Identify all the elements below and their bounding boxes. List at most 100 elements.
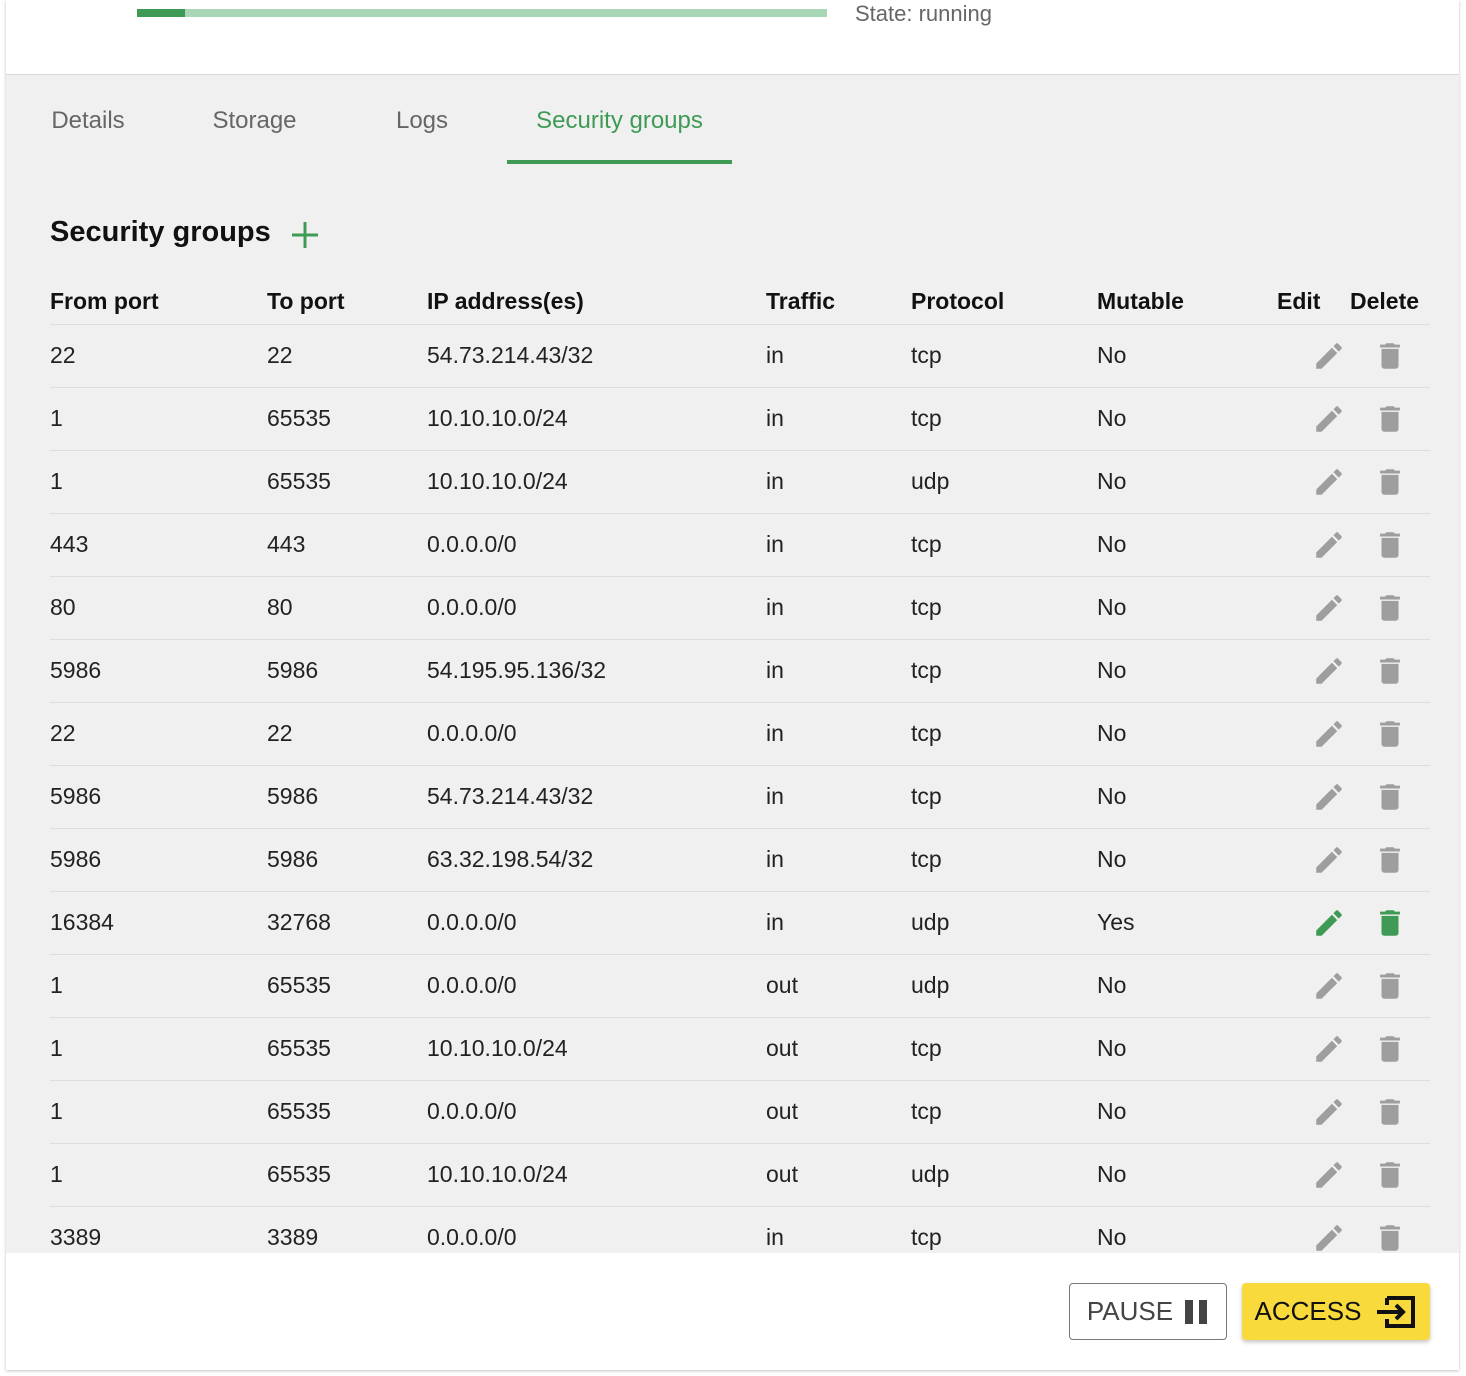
trash-icon[interactable] — [1373, 338, 1407, 374]
delete-cell — [1350, 891, 1430, 955]
pause-button[interactable]: PAUSE — [1069, 1283, 1227, 1340]
table-row: 1 65535 0.0.0.0/0 out tcp No — [50, 1080, 1430, 1144]
delete-cell — [1350, 702, 1430, 766]
cell-to-port: 32768 — [267, 891, 427, 955]
delete-cell — [1350, 513, 1430, 577]
cell-traffic: in — [766, 387, 911, 451]
table-row: 5986 5986 63.32.198.54/32 in tcp No — [50, 828, 1430, 892]
edit-cell — [1277, 1017, 1350, 1081]
cell-mutable: No — [1097, 1080, 1277, 1144]
cell-traffic: in — [766, 450, 911, 514]
header-edit: Edit — [1277, 280, 1350, 325]
trash-icon[interactable] — [1373, 464, 1407, 500]
tab-logs[interactable]: Logs — [382, 90, 462, 164]
pencil-icon[interactable] — [1312, 654, 1346, 688]
cell-traffic: in — [766, 513, 911, 577]
cell-ip-address: 54.73.214.43/32 — [427, 324, 766, 388]
cell-ip-address: 0.0.0.0/0 — [427, 1080, 766, 1144]
edit-cell — [1277, 513, 1350, 577]
pause-icon — [1185, 1299, 1208, 1324]
pencil-icon[interactable] — [1312, 717, 1346, 751]
cell-protocol: udp — [911, 954, 1097, 1018]
trash-icon[interactable] — [1373, 1094, 1407, 1130]
tab-details[interactable]: Details — [37, 90, 139, 164]
tab-storage[interactable]: Storage — [202, 90, 307, 164]
cell-from-port: 5986 — [50, 765, 267, 829]
pencil-icon[interactable] — [1312, 339, 1346, 373]
cell-to-port: 5986 — [267, 765, 427, 829]
cell-ip-address: 0.0.0.0/0 — [427, 576, 766, 640]
pencil-icon[interactable] — [1312, 843, 1346, 877]
cell-traffic: out — [766, 1080, 911, 1144]
cell-protocol: tcp — [911, 387, 1097, 451]
cell-mutable: No — [1097, 954, 1277, 1018]
trash-icon[interactable] — [1373, 590, 1407, 626]
cell-protocol: tcp — [911, 324, 1097, 388]
cell-from-port: 22 — [50, 324, 267, 388]
cell-ip-address: 0.0.0.0/0 — [427, 513, 766, 577]
trash-icon[interactable] — [1373, 401, 1407, 437]
cell-to-port: 65535 — [267, 1017, 427, 1081]
pencil-icon[interactable] — [1312, 1095, 1346, 1129]
trash-icon[interactable] — [1373, 527, 1407, 563]
trash-icon[interactable] — [1373, 842, 1407, 878]
edit-cell — [1277, 450, 1350, 514]
cell-traffic: in — [766, 891, 911, 955]
delete-cell — [1350, 1080, 1430, 1144]
pencil-icon[interactable] — [1312, 402, 1346, 436]
trash-icon[interactable] — [1373, 1220, 1407, 1256]
cell-protocol: tcp — [911, 1080, 1097, 1144]
pencil-icon[interactable] — [1312, 780, 1346, 814]
pencil-icon[interactable] — [1312, 1032, 1346, 1066]
tab-security-groups[interactable]: Security groups — [507, 90, 732, 164]
cell-protocol: tcp — [911, 765, 1097, 829]
trash-icon[interactable] — [1373, 653, 1407, 689]
cell-traffic: in — [766, 702, 911, 766]
pencil-icon[interactable] — [1312, 1221, 1346, 1255]
trash-icon[interactable] — [1373, 716, 1407, 752]
trash-icon[interactable] — [1373, 779, 1407, 815]
delete-cell — [1350, 954, 1430, 1018]
section-title: Security groups — [50, 216, 271, 248]
cell-to-port: 22 — [267, 702, 427, 766]
cell-mutable: No — [1097, 765, 1277, 829]
table-row: 5986 5986 54.73.214.43/32 in tcp No — [50, 765, 1430, 829]
cell-to-port: 65535 — [267, 387, 427, 451]
cell-traffic: in — [766, 639, 911, 703]
access-button[interactable]: ACCESS — [1242, 1283, 1430, 1340]
cell-ip-address: 10.10.10.0/24 — [427, 450, 766, 514]
cell-to-port: 65535 — [267, 1080, 427, 1144]
cell-mutable: No — [1097, 702, 1277, 766]
delete-cell — [1350, 576, 1430, 640]
cell-mutable: No — [1097, 576, 1277, 640]
cell-from-port: 1 — [50, 1080, 267, 1144]
cell-traffic: out — [766, 1143, 911, 1207]
add-security-group-button[interactable] — [290, 220, 320, 250]
cell-protocol: tcp — [911, 576, 1097, 640]
trash-icon[interactable] — [1373, 1031, 1407, 1067]
cell-from-port: 1 — [50, 1017, 267, 1081]
edit-cell — [1277, 387, 1350, 451]
pencil-icon[interactable] — [1312, 465, 1346, 499]
edit-cell — [1277, 1143, 1350, 1207]
trash-icon[interactable] — [1373, 1157, 1407, 1193]
cell-mutable: No — [1097, 513, 1277, 577]
cell-to-port: 22 — [267, 324, 427, 388]
pencil-icon[interactable] — [1312, 591, 1346, 625]
cell-ip-address: 63.32.198.54/32 — [427, 828, 766, 892]
cell-traffic: out — [766, 1017, 911, 1081]
table-row: 1 65535 10.10.10.0/24 in tcp No — [50, 387, 1430, 451]
table-row: 443 443 0.0.0.0/0 in tcp No — [50, 513, 1430, 577]
cell-mutable: No — [1097, 450, 1277, 514]
pencil-icon[interactable] — [1312, 969, 1346, 1003]
cell-to-port: 80 — [267, 576, 427, 640]
trash-icon[interactable] — [1373, 905, 1407, 941]
pencil-icon[interactable] — [1312, 906, 1346, 940]
security-groups-table: From port To port IP address(es) Traffic… — [50, 280, 1430, 1270]
trash-icon[interactable] — [1373, 968, 1407, 1004]
cell-mutable: No — [1097, 1017, 1277, 1081]
pencil-icon[interactable] — [1312, 528, 1346, 562]
table-row: 22 22 0.0.0.0/0 in tcp No — [50, 702, 1430, 766]
pencil-icon[interactable] — [1312, 1158, 1346, 1192]
delete-cell — [1350, 450, 1430, 514]
